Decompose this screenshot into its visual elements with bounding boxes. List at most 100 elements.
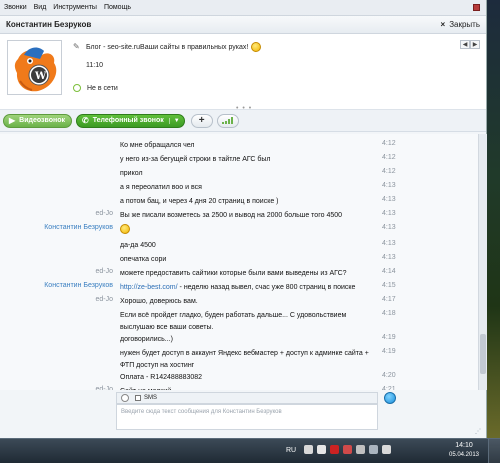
message-timestamp: 4:20 — [382, 372, 396, 379]
chat-scrollbar[interactable] — [478, 134, 487, 390]
clock-date: 05.04.2013 — [448, 452, 480, 458]
message-body: можете предоставить сайтики которые были… — [120, 270, 347, 277]
message-timestamp: 4:12 — [382, 168, 396, 175]
local-time: 11:10 — [86, 62, 103, 69]
message-timestamp: 4:12 — [382, 140, 396, 147]
message-text: а потом бац, и через 4 дня 20 страниц в … — [120, 196, 375, 207]
add-button[interactable]: + — [190, 113, 213, 128]
message-timestamp: 4:13 — [382, 240, 396, 247]
message-timestamp: 4:13 — [382, 196, 396, 203]
message-sender: Константин Безруков — [44, 224, 113, 231]
clock-time: 14:10 — [455, 442, 473, 449]
menu-tools[interactable]: Инструменты — [53, 4, 97, 11]
message-text: а я переолатил воо и вся — [120, 182, 375, 193]
message-text: выслушаю все ваши советы. — [120, 322, 375, 333]
close-label: Закрыть — [449, 20, 480, 29]
message-body: Ко мне обращался чел — [120, 142, 195, 149]
message-body: Вы же писали возметесь за 2500 и вывод н… — [120, 212, 343, 219]
message-body: у него из-за бегущей строки в тайтле АГС… — [120, 156, 271, 163]
message-sender: ed-Jo — [95, 386, 113, 390]
taskbar: RU 14:10 05.04.2013 — [0, 438, 500, 463]
chevron-down-icon[interactable]: ▼ — [168, 117, 180, 124]
conversation-header: Константин Безруков × Закрыть — [0, 16, 486, 34]
volume-icon[interactable] — [382, 445, 391, 454]
message-sender: ed-Jo — [95, 268, 113, 275]
show-desktop-button[interactable] — [488, 439, 500, 463]
compose-toolbar: SMS — [116, 392, 378, 404]
menu-bar: Звонки Вид Инструменты Помощь — [0, 0, 486, 16]
message-body: выслушаю все ваши советы. — [120, 324, 214, 331]
message-body: ФТП доступ на хостинг — [120, 362, 195, 369]
message-timestamp: 4:13 — [382, 254, 396, 261]
camera-icon: ▶ — [9, 116, 16, 125]
message-text: можете предоставить сайтики которые были… — [120, 268, 375, 279]
send-icon[interactable] — [384, 392, 396, 404]
mood-message-icon: ✎ — [73, 42, 80, 51]
message-body: опечатка сори — [120, 256, 167, 263]
menu-help[interactable]: Помощь — [104, 4, 131, 11]
resize-grip-icon[interactable]: ⋰ — [475, 428, 481, 435]
message-timestamp: 4:19 — [382, 348, 396, 355]
message-timestamp: 4:14 — [382, 268, 396, 275]
resize-handle[interactable]: • • • — [236, 105, 252, 112]
window-close-icon[interactable] — [473, 4, 480, 11]
tray-flag-icon[interactable] — [343, 445, 352, 454]
chat-history: Ко мне обращался чел 4:12 у него из-за бег… — [0, 134, 487, 390]
mood-message: Блог - seo-site.ruВаши сайты в правильны… — [86, 42, 262, 52]
message-text: нужен будет доступ в аккаунт Яндекс вебм… — [120, 348, 375, 359]
phone-call-button[interactable]: ✆ Телефонный звонок ▼ — [76, 113, 185, 128]
tray-keyboard-icon[interactable] — [317, 445, 326, 454]
message-text: Если всё пройдет гладко, буден работать … — [120, 310, 375, 321]
message-input[interactable]: Введите сюда текст сообщения для Констан… — [116, 404, 378, 430]
system-tray — [304, 445, 395, 454]
message-timestamp: 4:18 — [382, 310, 396, 317]
message-body: нужен будет доступ в аккаунт Яндекс вебм… — [120, 350, 369, 357]
contact-status: Не в сети — [73, 84, 118, 92]
scrollbar-thumb[interactable] — [480, 334, 486, 374]
message-text: Вы же писали возметесь за 2500 и вывод н… — [120, 210, 375, 221]
sms-label: SMS — [144, 395, 158, 401]
tray-app-icon[interactable] — [304, 445, 313, 454]
svg-text:W: W — [34, 71, 47, 82]
message-text[interactable]: http://ze-best.com/ - неделю назад вывел… — [120, 282, 375, 293]
message-text: опечатка сори — [120, 254, 375, 265]
desktop-background — [487, 0, 500, 438]
message-link[interactable]: http://ze-best.com/ — [120, 284, 178, 291]
message-text: Сайт не мелкий — [120, 386, 375, 390]
tray-network-icon[interactable] — [356, 445, 365, 454]
close-icon: × — [440, 20, 446, 29]
menu-view[interactable]: Вид — [34, 4, 47, 11]
phone-icon: ✆ — [82, 116, 89, 125]
message-body: - неделю назад вывел, счас уже 800 стран… — [177, 284, 356, 291]
avatar[interactable]: W — [7, 40, 62, 95]
close-button[interactable]: × Закрыть — [441, 20, 480, 29]
chevron-right-icon[interactable]: ▶ — [470, 40, 480, 49]
profile-nav: ◀ ▶ — [460, 40, 480, 49]
message-timestamp: 4:21 — [382, 386, 396, 390]
tray-antivirus-icon[interactable] — [330, 445, 339, 454]
message-text: ФТП доступ на хостинг — [120, 360, 375, 371]
video-call-button[interactable]: ▶ Видеозвонок — [3, 113, 73, 128]
system-clock[interactable]: 14:10 05.04.2013 — [444, 442, 484, 458]
message-sender: ed-Jo — [95, 296, 113, 303]
emoticon-icon[interactable] — [121, 394, 129, 402]
message-text: у него из-за бегущей строки в тайтле АГС… — [120, 154, 375, 165]
message-timestamp: 4:15 — [382, 282, 396, 289]
contact-name: Константин Безруков — [6, 20, 92, 29]
signal-bars-icon — [221, 117, 234, 124]
sms-checkbox[interactable] — [135, 395, 141, 401]
chevron-left-icon[interactable]: ◀ — [460, 40, 470, 49]
message-timestamp: 4:13 — [382, 224, 396, 231]
message-sender: ed-Jo — [95, 210, 113, 217]
message-text: Ко мне обращался чел — [120, 140, 375, 151]
message-body: Сайт не мелкий — [120, 388, 171, 390]
call-quality-button[interactable] — [216, 113, 239, 128]
menu-calls[interactable]: Звонки — [4, 4, 27, 11]
message-text: договорились...) — [120, 334, 375, 345]
message-body: договорились...) — [120, 336, 173, 343]
smiley-icon — [251, 42, 262, 52]
message-sender: Константин Безруков — [44, 282, 113, 289]
tray-monitor-icon[interactable] — [369, 445, 378, 454]
language-indicator[interactable]: RU — [286, 447, 296, 454]
message-text: Оплата - R142488883082 — [120, 372, 375, 383]
